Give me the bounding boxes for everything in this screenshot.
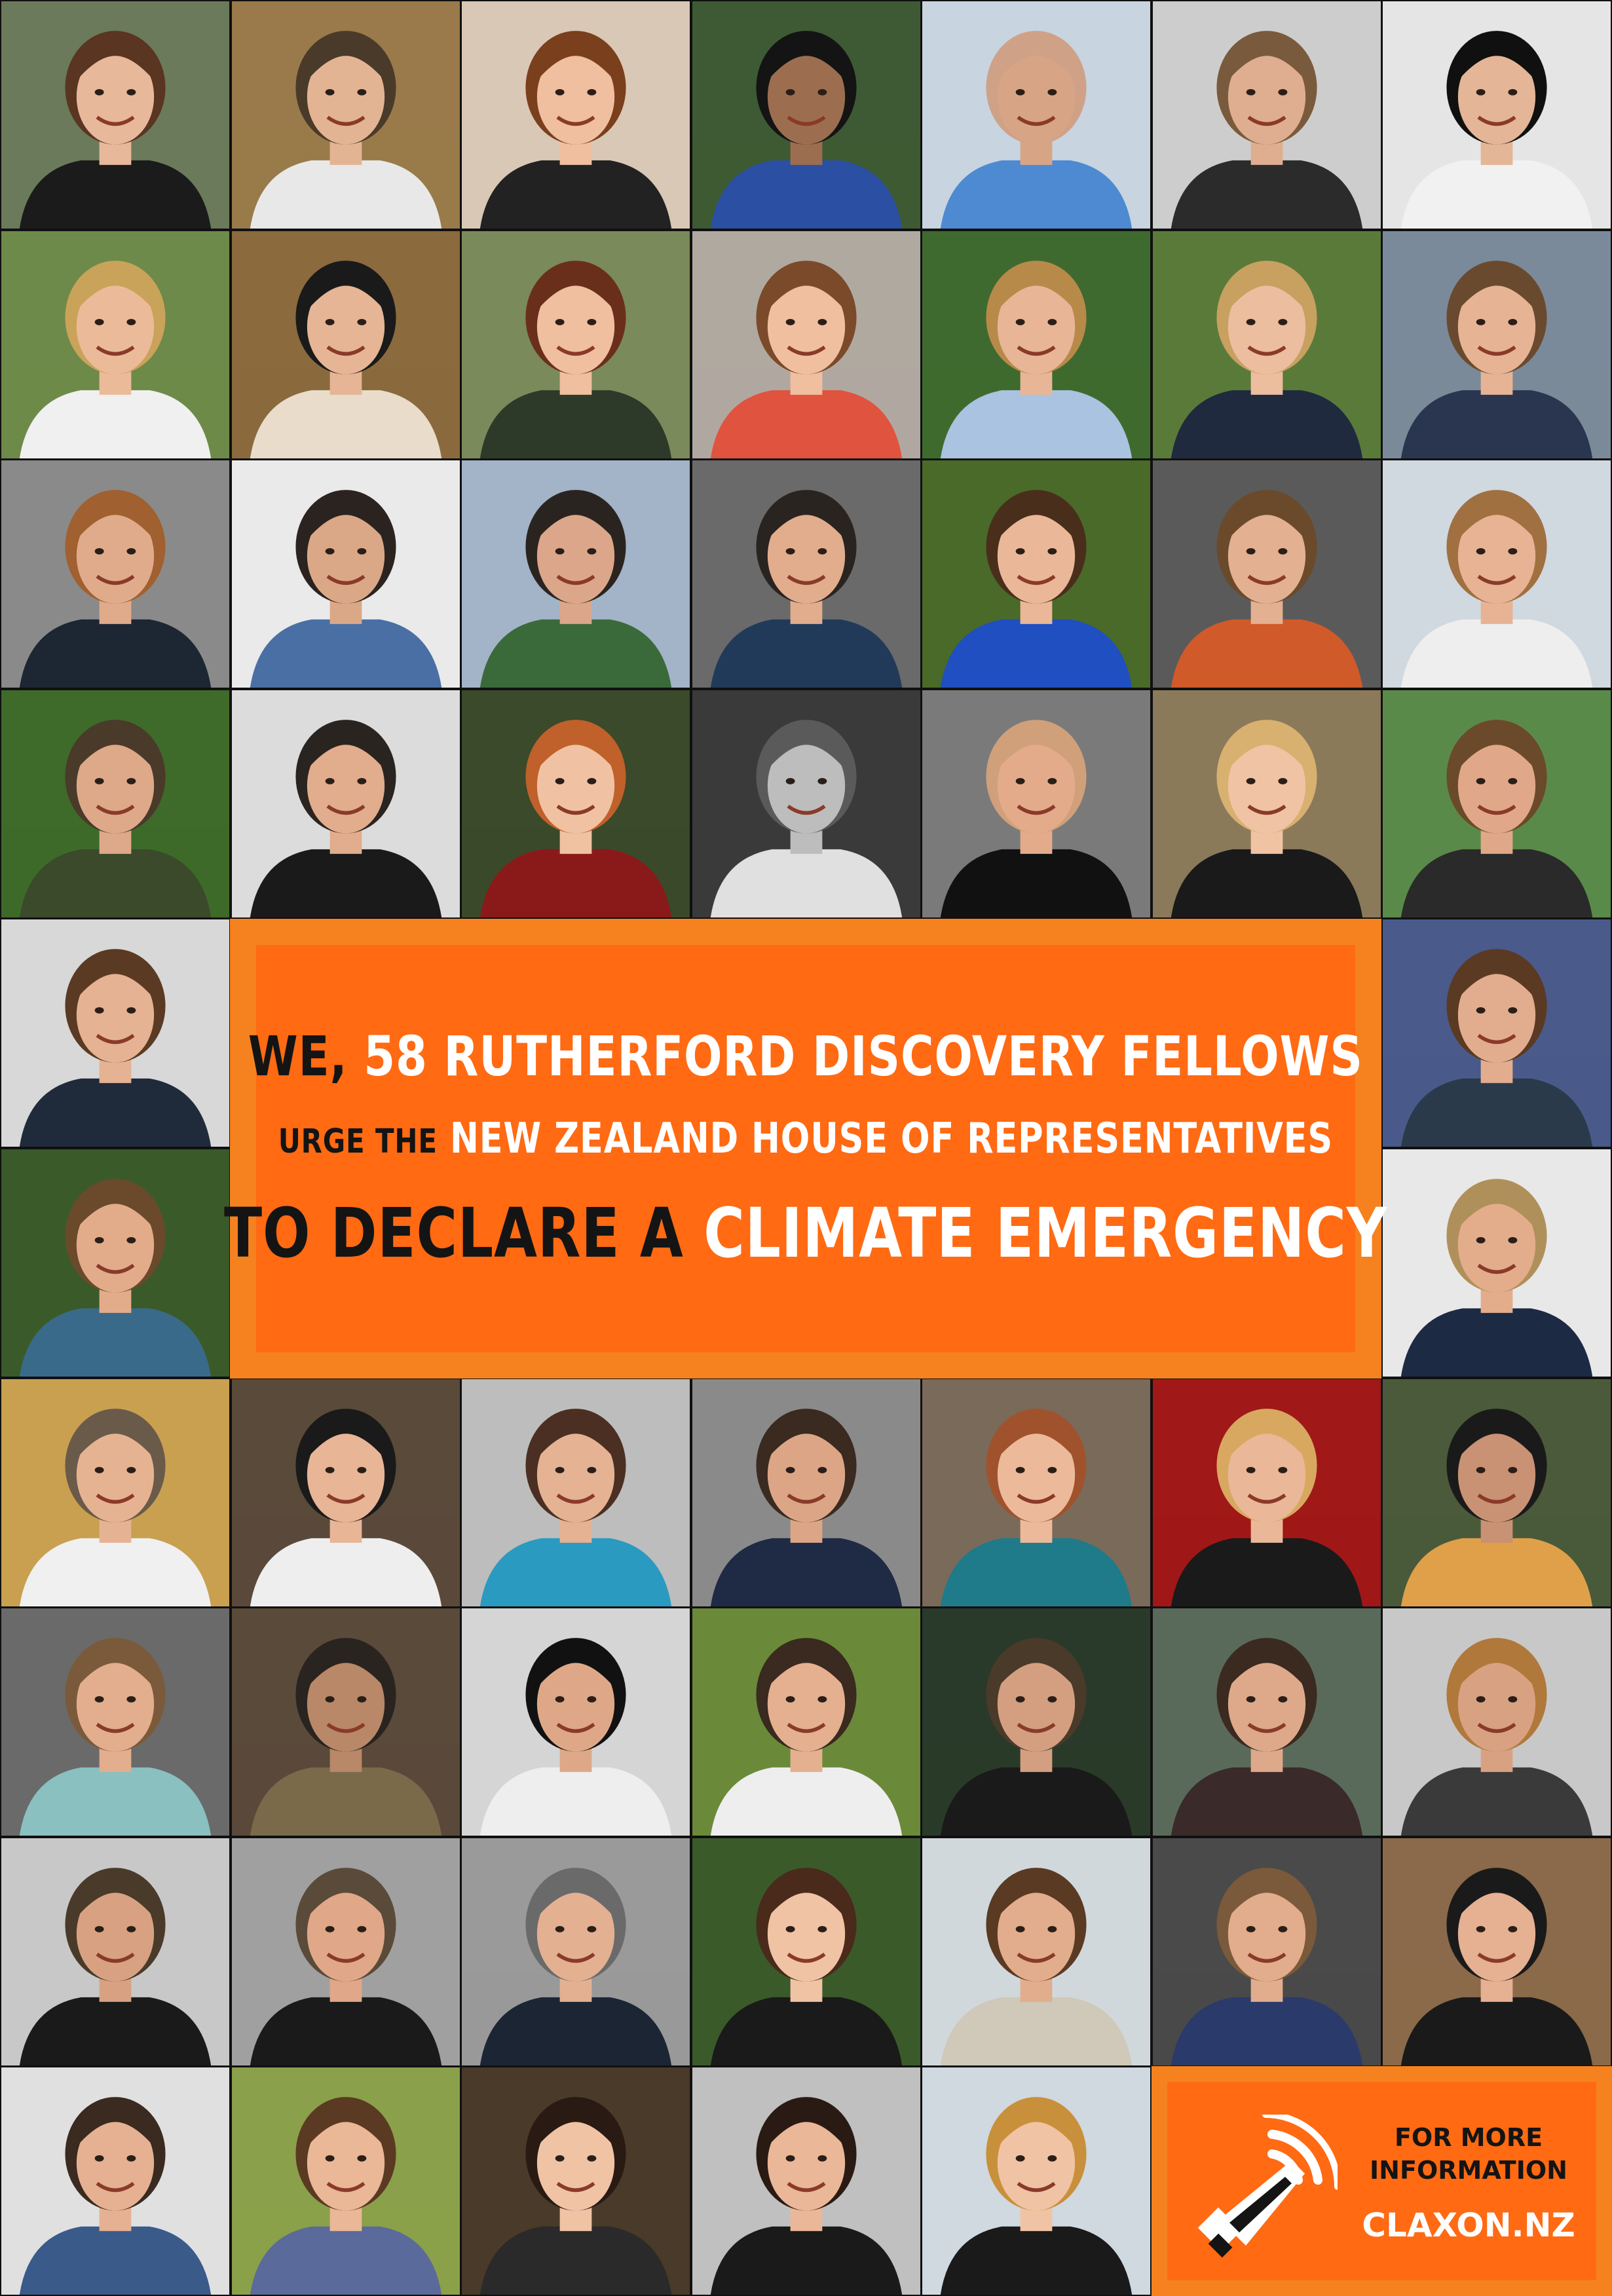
portrait-photo — [1151, 0, 1382, 230]
banner-line-3-light: Climate Emergency — [703, 1193, 1388, 1273]
banner-line-3: to declare a Climate Emergency — [224, 1193, 1387, 1273]
portrait-photo — [460, 1377, 692, 1608]
portrait-photo — [230, 0, 461, 230]
portrait-photo — [230, 229, 461, 460]
portrait-photo — [0, 1836, 231, 2067]
portrait-photo — [690, 1377, 922, 1608]
megaphone-icon — [1193, 2111, 1341, 2259]
banner-line-1: We, 58 Rutherford Discovery Fellows — [248, 1024, 1363, 1088]
portrait-photo — [1381, 1377, 1612, 1608]
portrait-photo — [921, 0, 1152, 230]
portrait-photo — [460, 688, 692, 919]
portrait-photo — [690, 2066, 922, 2296]
portrait-photo — [1381, 459, 1612, 690]
portrait-photo — [0, 918, 231, 1149]
portrait-photo — [0, 2066, 231, 2296]
more-info-box-inner: FOR MORE INFORMATION CLAXON.NZ — [1167, 2082, 1596, 2280]
portrait-photo — [460, 2066, 692, 2296]
portrait-photo — [460, 0, 692, 230]
more-info-line-1: FOR MORE — [1394, 2123, 1543, 2152]
portrait-photo — [921, 459, 1152, 690]
banner-line-3-dark: to declare a — [223, 1193, 684, 1273]
portrait-photo — [0, 0, 231, 230]
portrait-photo — [0, 459, 231, 690]
portrait-photo — [230, 1377, 461, 1608]
more-info-box: FOR MORE INFORMATION CLAXON.NZ — [1152, 2066, 1612, 2296]
banner-line-2-light: New Zealand House of Representatives — [450, 1115, 1334, 1163]
more-info-line-2: INFORMATION — [1370, 2156, 1567, 2185]
portrait-photo — [230, 2066, 461, 2296]
portrait-photo — [460, 1607, 692, 1838]
portrait-photo — [230, 1836, 461, 2067]
portrait-photo — [1151, 688, 1382, 919]
more-info-text: FOR MORE INFORMATION CLAXON.NZ — [1351, 2121, 1586, 2244]
portrait-photo — [1151, 1607, 1382, 1838]
banner-line-2: urge the New Zealand House of Representa… — [278, 1115, 1333, 1163]
portrait-photo — [1151, 1377, 1382, 1608]
portrait-photo — [921, 2066, 1152, 2296]
portrait-photo — [921, 1836, 1152, 2067]
portrait-photo — [230, 1607, 461, 1838]
portrait-photo — [1151, 1836, 1382, 2067]
portrait-photo — [0, 1148, 231, 1378]
portrait-photo — [0, 1607, 231, 1838]
banner-line-1-light: 58 Rutherford Discovery Fellows — [364, 1024, 1363, 1088]
portrait-photo — [1381, 918, 1612, 1149]
declaration-banner: We, 58 Rutherford Discovery Fellows urge… — [224, 919, 1387, 1379]
portrait-photo — [921, 229, 1152, 460]
claxon-link[interactable]: CLAXON.NZ — [1351, 2206, 1586, 2244]
portrait-photo — [230, 459, 461, 690]
portrait-photo — [460, 459, 692, 690]
portrait-photo — [1381, 1607, 1612, 1838]
portrait-photo — [0, 1377, 231, 1608]
portrait-photo — [1151, 229, 1382, 460]
portrait-photo — [690, 229, 922, 460]
portrait-photo — [690, 688, 922, 919]
banner-line-1-dark: We, — [248, 1024, 348, 1088]
portrait-photo — [0, 229, 231, 460]
portrait-photo — [1381, 688, 1612, 919]
portrait-photo — [921, 1607, 1152, 1838]
banner-line-2-dark: urge the — [278, 1122, 438, 1161]
portrait-photo — [0, 688, 231, 919]
portrait-photo — [690, 1607, 922, 1838]
portrait-photo — [690, 459, 922, 690]
declaration-banner-inner: We, 58 Rutherford Discovery Fellows urge… — [224, 945, 1387, 1352]
portrait-photo — [1381, 0, 1612, 230]
portrait-photo — [1381, 1836, 1612, 2067]
portrait-photo — [690, 0, 922, 230]
portrait-photo — [921, 688, 1152, 919]
portrait-photo — [690, 1836, 922, 2067]
portrait-photo — [1381, 229, 1612, 460]
portrait-photo — [1381, 1148, 1612, 1378]
portrait-photo — [230, 688, 461, 919]
portrait-photo — [460, 229, 692, 460]
portrait-photo — [921, 1377, 1152, 1608]
portrait-photo — [1151, 459, 1382, 690]
portrait-photo — [460, 1836, 692, 2067]
